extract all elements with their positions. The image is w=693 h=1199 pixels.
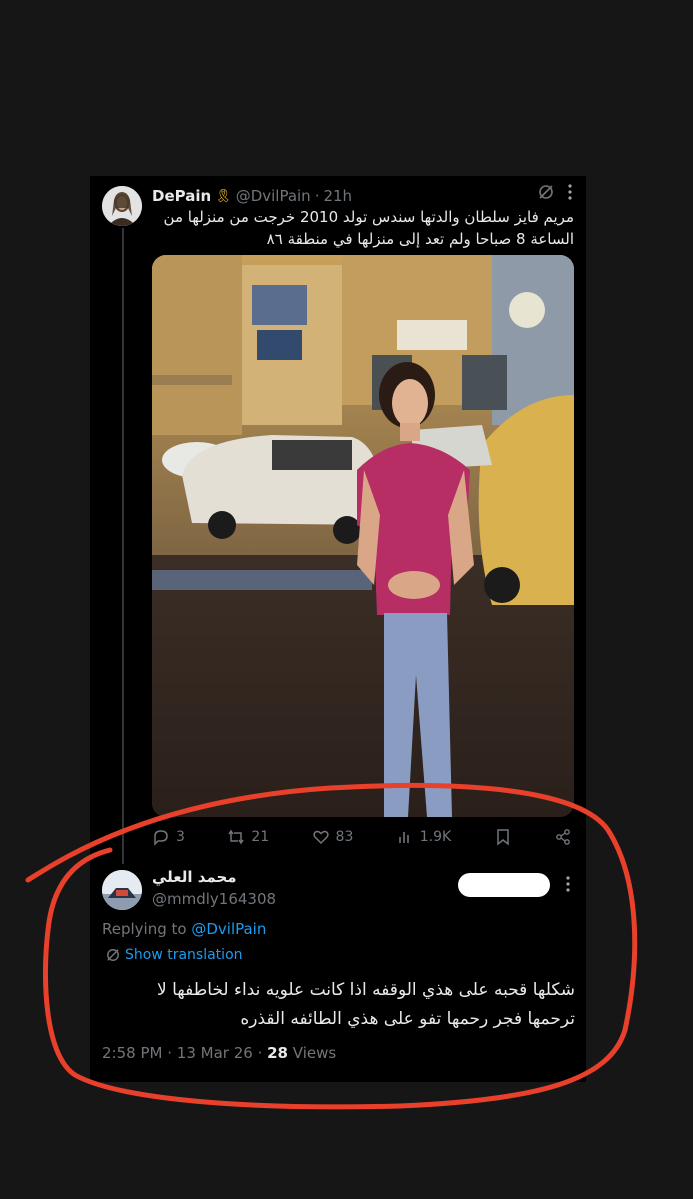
tweet-top-icons (538, 184, 572, 204)
reply-count: 3 (176, 829, 185, 845)
reply-display-name[interactable]: محمد العلي (152, 868, 237, 886)
thread-line (122, 228, 124, 864)
retweet-icon (228, 829, 244, 845)
views-count: 1.9K (419, 829, 452, 845)
separator: · (314, 187, 320, 205)
reply-handle[interactable]: @mmdly164308 (152, 890, 276, 908)
redaction-box (458, 873, 550, 897)
bookmark-button[interactable] (494, 828, 512, 846)
replying-to-link[interactable]: @DvilPain (191, 920, 266, 938)
tweet-card: DePain 🎗 @DvilPain · 21h مريم فايز سلطان… (90, 176, 586, 1082)
display-name[interactable]: DePain (152, 187, 211, 205)
replying-to: Replying to @DvilPain (102, 920, 266, 938)
reply-meta: 2:58 PM · 13 Mar 26 · 28 Views (102, 1044, 337, 1062)
heart-icon (312, 830, 329, 845)
reply-text: شكلها قحبه على هذي الوقفه اذا كانت علويه… (157, 980, 575, 1029)
reply-date[interactable]: 13 Mar 26 (177, 1044, 253, 1062)
views-button[interactable]: 1.9K (396, 828, 451, 846)
reply-avatar[interactable] (102, 870, 142, 910)
reply-views-label: Views (292, 1044, 337, 1062)
more-options-icon[interactable] (568, 184, 572, 204)
more-options-icon[interactable] (566, 876, 570, 896)
tweet-actions: 3 21 83 1.9K (152, 826, 572, 848)
retweet-count: 21 (251, 829, 270, 845)
grok-icon (107, 949, 119, 961)
retweet-button[interactable]: 21 (227, 828, 269, 846)
tweet-header: DePain 🎗 @DvilPain · 21h (152, 186, 352, 206)
reply-icon (154, 830, 168, 846)
yellow-ribbon-icon: 🎗 (215, 188, 232, 204)
share-icon (556, 829, 570, 845)
like-button[interactable]: 83 (312, 828, 354, 846)
handle[interactable]: @DvilPain (236, 187, 311, 205)
reply-time[interactable]: 2:58 PM (102, 1044, 162, 1062)
tweet-text: مريم فايز سلطان والدتها سندس تولد 2010 خ… (163, 208, 574, 248)
show-translation-button[interactable]: Show translation (106, 947, 243, 963)
bookmark-icon (496, 829, 509, 846)
timestamp[interactable]: 21h (323, 187, 352, 205)
share-button[interactable] (554, 828, 572, 846)
show-translation-label: Show translation (125, 947, 243, 963)
analytics-icon (398, 832, 409, 843)
avatar[interactable] (102, 186, 142, 226)
grok-icon[interactable] (538, 184, 554, 204)
reply-views-count: 28 (267, 1044, 288, 1062)
reply-button[interactable]: 3 (152, 828, 185, 846)
tweet-photo[interactable] (152, 255, 574, 817)
replying-to-label: Replying to (102, 920, 187, 938)
like-count: 83 (335, 829, 354, 845)
